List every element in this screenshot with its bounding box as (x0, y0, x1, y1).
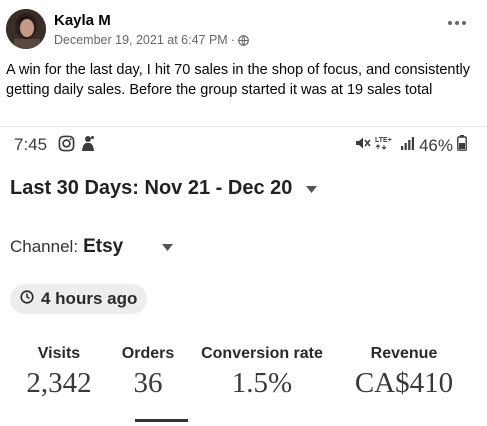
post-header: Kayla M December 19, 2021 at 6:47 PM · (6, 6, 481, 56)
network-type-icon: LTE+ (375, 135, 397, 156)
post-timestamp[interactable]: December 19, 2021 at 6:47 PM (54, 33, 228, 47)
post-text: A win for the last day, I hit 70 sales i… (6, 62, 470, 98)
channel-value: Etsy (83, 236, 124, 257)
battery-icon (457, 135, 467, 156)
stat-value: 36 (133, 367, 163, 399)
clock-icon (20, 289, 34, 309)
channel-prefix: Channel: (10, 237, 79, 256)
stat-value: 1.5% (231, 367, 293, 399)
selected-tab-indicator (135, 419, 188, 422)
stat-label: Conversion rate (201, 345, 323, 362)
signal-icon (400, 136, 415, 155)
facebook-post: Kayla M December 19, 2021 at 6:47 PM · A… (0, 0, 487, 426)
stat-value: CA$410 (354, 367, 454, 399)
stats-row: Visits 2,342 Orders 36 Conversion rate 1… (0, 345, 487, 426)
status-right: LTE+ 46% (355, 135, 467, 156)
avatar[interactable] (6, 9, 46, 49)
stat-conversion-rate[interactable]: Conversion rate 1.5% (192, 345, 332, 400)
instagram-icon (58, 135, 75, 157)
stat-label: Orders (121, 345, 175, 362)
status-bar: 7:45 LTE+ 46% (0, 127, 487, 161)
notification-icon (81, 135, 95, 157)
shared-screenshot[interactable]: 7:45 LTE+ 46% Last 30 Days: Nov 21 - Dec… (0, 127, 487, 426)
meta-separator: · (230, 33, 235, 47)
last-updated-chip: 4 hours ago (10, 284, 148, 314)
last-updated-text: 4 hours ago (41, 289, 138, 308)
stat-label: Revenue (370, 345, 438, 362)
mute-icon (355, 136, 371, 155)
stat-revenue[interactable]: Revenue CA$410 (342, 345, 466, 400)
author-name[interactable]: Kayla M (54, 12, 111, 29)
status-time: 7:45 (14, 135, 48, 154)
stat-label: Visits (37, 345, 81, 362)
date-range-label: Last 30 Days: Nov 21 - Dec 20 (10, 177, 293, 199)
more-options-icon[interactable] (445, 14, 469, 32)
caret-down-icon (306, 180, 318, 198)
stat-visits[interactable]: Visits 2,342 (16, 345, 102, 400)
battery-percent: 46% (418, 135, 453, 155)
network-label: LTE+ (375, 137, 392, 144)
date-range-dropdown[interactable]: Last 30 Days: Nov 21 - Dec 20 (10, 177, 318, 200)
globe-icon[interactable] (238, 34, 249, 46)
status-left-icons (58, 135, 95, 157)
channel-dropdown[interactable]: Channel: Etsy (10, 236, 190, 258)
stat-orders[interactable]: Orders 36 (112, 345, 184, 400)
post-meta: December 19, 2021 at 6:47 PM · (54, 33, 249, 47)
stat-value: 2,342 (26, 367, 92, 399)
caret-down-icon (162, 238, 174, 256)
